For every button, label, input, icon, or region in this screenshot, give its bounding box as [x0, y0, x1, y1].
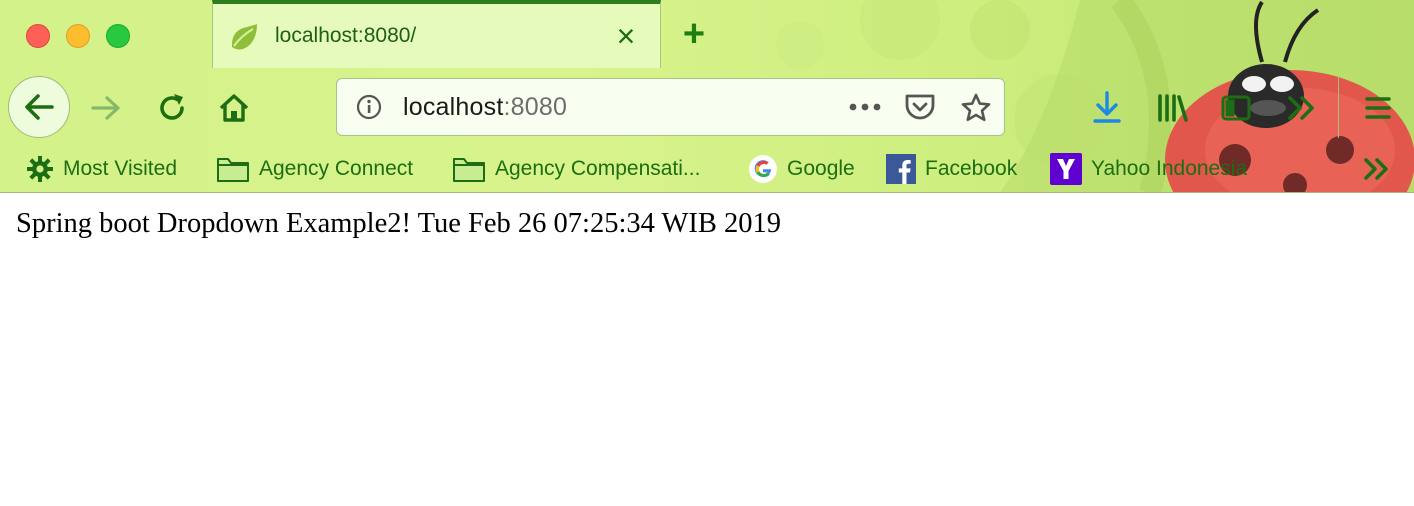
url-port: :8080: [503, 93, 568, 121]
library-icon: [1158, 94, 1188, 122]
download-icon: [1093, 91, 1121, 123]
bookmark-agency-compensation[interactable]: Agency Compensati...: [452, 152, 700, 186]
info-icon[interactable]: [355, 93, 383, 121]
chevrons-right-icon: [1364, 158, 1388, 180]
reload-icon: [160, 94, 184, 120]
bookmark-agency-connect[interactable]: Agency Connect: [216, 152, 413, 186]
gear-icon: [26, 155, 54, 183]
downloads-button[interactable]: [1088, 88, 1126, 128]
folder-icon: [216, 154, 250, 184]
more-icon[interactable]: [847, 93, 883, 121]
home-icon: [219, 94, 249, 122]
active-tab[interactable]: localhost:8080/ ×: [212, 0, 661, 68]
tab-strip: localhost:8080/ × +: [0, 0, 1414, 68]
page-content-text: Spring boot Dropdown Example2! Tue Feb 2…: [16, 208, 782, 239]
bookmark-label: Agency Compensati...: [495, 157, 701, 180]
bookmark-label: Yahoo Indonesia: [1091, 157, 1248, 180]
bookmark-facebook[interactable]: Facebook: [886, 152, 1017, 186]
folder-icon: [452, 154, 486, 184]
url-text[interactable]: localhost:8080: [403, 93, 567, 122]
star-icon[interactable]: [959, 91, 993, 125]
bookmark-label: Google: [787, 157, 855, 180]
spring-leaf-icon: [231, 24, 257, 50]
home-button[interactable]: [214, 88, 254, 128]
facebook-icon: [886, 154, 916, 184]
bookmarks-overflow-button[interactable]: [1362, 152, 1392, 186]
sidebar-icon: [1221, 95, 1251, 121]
google-icon: [748, 154, 778, 184]
new-tab-button[interactable]: +: [676, 14, 712, 54]
arrow-left-icon: [25, 94, 54, 120]
bookmark-label: Agency Connect: [259, 157, 414, 180]
back-button[interactable]: [8, 76, 70, 138]
menu-button[interactable]: [1358, 88, 1398, 128]
pocket-icon[interactable]: [903, 91, 937, 123]
hamburger-icon: [1365, 97, 1391, 119]
tab-title: localhost:8080/: [275, 24, 417, 47]
window-minimize-button[interactable]: [66, 24, 90, 48]
arrow-right-icon: [91, 96, 120, 120]
reload-button[interactable]: [152, 88, 192, 128]
bookmark-most-visited[interactable]: Most Visited: [26, 152, 177, 186]
toolbar-overflow-button[interactable]: [1282, 88, 1322, 128]
bookmark-yahoo-indonesia[interactable]: Yahoo Indonesia: [1050, 152, 1247, 186]
navigation-toolbar: localhost:8080: [0, 68, 1414, 146]
url-host: localhost: [403, 93, 504, 121]
bookmark-label: Facebook: [925, 157, 1018, 180]
sidebar-button[interactable]: [1216, 88, 1256, 128]
yahoo-icon: [1050, 153, 1082, 185]
library-button[interactable]: [1152, 88, 1192, 128]
window-maximize-button[interactable]: [106, 24, 130, 48]
url-bar[interactable]: localhost:8080: [336, 78, 1005, 136]
forward-button[interactable]: [86, 90, 126, 126]
browser-chrome: localhost:8080/ × + localhost:8080 Most …: [0, 0, 1414, 193]
window-close-button[interactable]: [26, 24, 50, 48]
toolbar-bottom-border: [0, 192, 1414, 193]
bookmark-label: Most Visited: [63, 157, 177, 180]
bookmark-google[interactable]: Google: [748, 152, 855, 186]
tab-close-icon[interactable]: ×: [611, 16, 641, 56]
chevrons-right-icon: [1288, 96, 1314, 120]
toolbar-separator: [1338, 76, 1339, 138]
bookmarks-toolbar: Most Visited Agency Connect Agency Compe…: [0, 146, 1414, 192]
